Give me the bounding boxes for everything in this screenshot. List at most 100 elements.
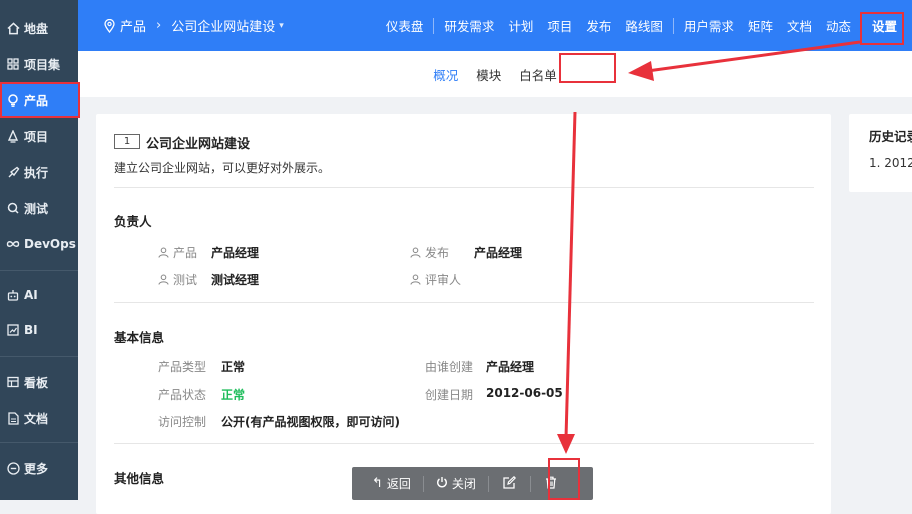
more-icon xyxy=(6,461,20,475)
sidebar-item-label: BI xyxy=(24,323,38,337)
sidebar-item-label: 项目 xyxy=(24,129,49,144)
nav-matrix[interactable]: 矩阵 xyxy=(741,16,780,35)
tab-whitelist[interactable]: 白名单 xyxy=(510,65,566,84)
divider xyxy=(114,187,814,188)
product-status-label: 产品状态 xyxy=(158,388,207,402)
sidebar-item-label: 产品 xyxy=(24,93,49,108)
nav-dashboard[interactable]: 仪表盘 xyxy=(379,16,431,35)
owner-release-value: 产品经理 xyxy=(474,246,523,260)
sidebar-item-test[interactable]: 测试 xyxy=(0,190,78,226)
nav-dynamic[interactable]: 动态 xyxy=(819,16,858,35)
nav-settings[interactable]: 设置 xyxy=(865,16,904,35)
nav-requirements[interactable]: 用户需求 xyxy=(677,16,741,35)
nav-roadmap[interactable]: 路线图 xyxy=(618,16,670,35)
trash-icon xyxy=(545,476,557,492)
chevron-right-icon: › xyxy=(156,18,162,33)
sidebar-item-execution[interactable]: 执行 xyxy=(0,154,78,190)
owner-release-label: 发布 xyxy=(410,244,449,261)
robot-icon xyxy=(6,288,20,302)
project-icon xyxy=(6,129,20,143)
doc-icon xyxy=(6,411,20,425)
settings-subnav: 概况 模块 白名单 xyxy=(78,51,912,97)
other-info-heading: 其他信息 xyxy=(114,471,165,486)
user-icon xyxy=(158,247,169,258)
sidebar-item-devops[interactable]: DevOps xyxy=(0,226,78,262)
location-icon xyxy=(104,18,115,33)
nav-doc[interactable]: 文档 xyxy=(780,16,819,35)
sidebar-divider xyxy=(0,442,78,443)
owner-reviewer-label: 评审人 xyxy=(410,271,461,288)
chart-icon xyxy=(6,323,20,337)
created-by-label: 由谁创建 xyxy=(425,360,474,374)
divider xyxy=(114,443,814,444)
sidebar-item-label: 测试 xyxy=(24,201,49,216)
sidebar-item-kanban[interactable]: 看板 xyxy=(0,364,78,400)
user-icon xyxy=(158,274,169,285)
sidebar-divider xyxy=(0,356,78,357)
breadcrumb-root[interactable]: 产品 xyxy=(120,16,146,35)
basic-info-heading: 基本信息 xyxy=(114,330,165,345)
nav-stories[interactable]: 研发需求 xyxy=(437,16,501,35)
product-type-value: 正常 xyxy=(221,360,246,374)
top-navbar: 产品 › 公司企业网站建设 ▾ 仪表盘 研发需求 计划 项目 发布 路线图 用户… xyxy=(78,0,912,51)
sidebar-item-dashboard[interactable]: 地盘 xyxy=(0,10,78,46)
sidebar-item-more[interactable]: 更多 xyxy=(0,450,78,486)
breadcrumb: 产品 › 公司企业网站建设 ▾ xyxy=(104,0,284,51)
sidebar-item-label: 执行 xyxy=(24,165,49,180)
user-icon xyxy=(410,274,421,285)
sidebar-item-label: 看板 xyxy=(24,375,49,390)
owner-product-value: 产品经理 xyxy=(211,246,260,260)
grid-icon xyxy=(6,57,20,71)
sidebar-item-program[interactable]: 项目集 xyxy=(0,46,78,82)
owner-test-value: 测试经理 xyxy=(211,273,260,287)
tab-module[interactable]: 模块 xyxy=(467,65,510,84)
edit-button[interactable] xyxy=(489,467,530,500)
history-item: 1. 2012- xyxy=(869,156,912,170)
access-control-label: 访问控制 xyxy=(158,415,207,429)
sidebar-item-bi[interactable]: BI xyxy=(0,312,78,348)
product-id-badge: 1 xyxy=(114,134,140,149)
product-status-value: 正常 xyxy=(221,388,246,402)
nav-plan[interactable]: 计划 xyxy=(501,16,540,35)
sidebar-item-label: AI xyxy=(24,288,38,302)
back-button[interactable]: ↰ 返回 xyxy=(352,467,423,500)
created-date-label: 创建日期 xyxy=(425,388,474,402)
delete-button[interactable] xyxy=(531,467,571,500)
sidebar-item-product[interactable]: 产品 xyxy=(0,82,78,118)
nav-divider xyxy=(860,17,862,34)
breadcrumb-product-selector[interactable]: 公司企业网站建设 xyxy=(171,16,275,35)
owners-heading: 负责人 xyxy=(114,214,152,229)
action-toolbar: ↰ 返回 关闭 xyxy=(352,467,593,500)
owner-product-label: 产品 xyxy=(158,244,197,261)
sidebar: 地盘 项目集 产品 项目 执行 测试 DevOps AI BI 看板 文档 更多 xyxy=(0,0,78,500)
owner-test-label: 测试 xyxy=(158,271,197,288)
sidebar-item-doc[interactable]: 文档 xyxy=(0,400,78,436)
nav-divider xyxy=(672,17,674,34)
created-date-value: 2012-06-05 xyxy=(486,386,563,400)
sidebar-item-label: 文档 xyxy=(24,411,49,426)
sidebar-item-label: DevOps xyxy=(24,237,76,251)
sidebar-divider xyxy=(0,270,78,271)
sidebar-item-ai[interactable]: AI xyxy=(0,277,78,313)
product-detail-card: 1 公司企业网站建设 建立公司企业网站，可以更好对外展示。 负责人 产品 产品经… xyxy=(96,114,831,514)
chevron-down-icon[interactable]: ▾ xyxy=(279,21,284,31)
power-icon xyxy=(436,476,448,492)
edit-icon xyxy=(503,475,516,492)
sidebar-item-project[interactable]: 项目 xyxy=(0,118,78,154)
infinity-icon xyxy=(6,237,20,251)
tab-overview[interactable]: 概况 xyxy=(424,65,467,84)
close-product-button[interactable]: 关闭 xyxy=(424,467,488,500)
product-type-label: 产品类型 xyxy=(158,360,207,374)
access-control-value: 公开(有产品视图权限，即可访问) xyxy=(221,415,400,429)
sidebar-item-label: 项目集 xyxy=(24,57,61,72)
bulb-icon xyxy=(6,93,20,107)
board-icon xyxy=(6,375,20,389)
nav-release[interactable]: 发布 xyxy=(579,16,618,35)
nav-divider xyxy=(433,17,435,34)
sidebar-item-label: 地盘 xyxy=(24,21,49,36)
back-arrow-icon: ↰ xyxy=(372,476,383,491)
history-title: 历史记录 xyxy=(869,129,912,144)
divider xyxy=(114,302,814,303)
created-by-value: 产品经理 xyxy=(486,360,535,374)
nav-project[interactable]: 项目 xyxy=(540,16,579,35)
